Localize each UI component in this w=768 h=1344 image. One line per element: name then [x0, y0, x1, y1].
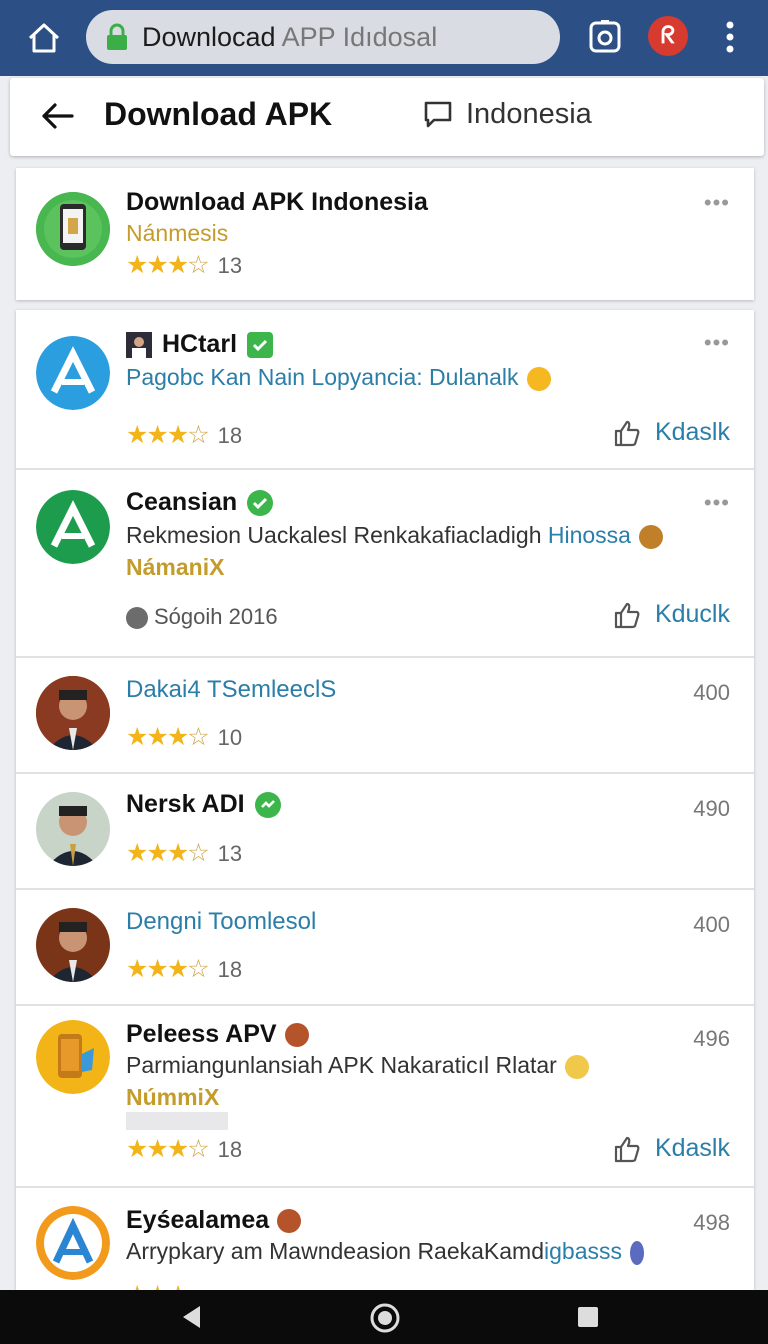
app-name-row: Nersk ADI [126, 790, 281, 819]
app-name: Download APK Indonesia [126, 188, 428, 216]
app-name: Peleess APV [126, 1020, 277, 1048]
thumbs-up-icon [614, 421, 640, 447]
release-meta: Sógoih 2016 [126, 604, 278, 630]
star-rating: ★★★☆ 13 [126, 839, 243, 867]
download-count: 498 [693, 1210, 730, 1235]
app-name: HCtarl [162, 330, 238, 358]
app-name-row: HCtarl [126, 330, 274, 359]
like-button[interactable]: Kduclk [613, 600, 730, 629]
app-description: Arrypkary am Mawndeasion RaekaKamdigbass… [126, 1238, 644, 1265]
app-description: Pagobc Kan Nain Lopyancia: Dulanalk [126, 364, 551, 391]
app-icon [36, 192, 110, 266]
region-label[interactable]: Indonesia [466, 98, 592, 131]
thumbs-up-icon [614, 603, 640, 629]
star-rating: ★★★☆ 13 [126, 251, 243, 279]
app-icon [36, 336, 110, 410]
list-item[interactable]: Nersk ADI ★★★☆ 13 490 [16, 774, 754, 890]
list-item[interactable]: Peleess APV Parmiangunlansiah APK Nakara… [16, 1006, 754, 1188]
app-icon [36, 1206, 110, 1280]
app-name: Ceansian [126, 488, 238, 516]
emoji-icon [284, 1023, 309, 1048]
list-item[interactable]: Dakai4 TSemleeclS ★★★☆ 10 400 [16, 658, 754, 774]
emoji-icon [638, 524, 663, 549]
more-options-icon[interactable]: ••• [704, 490, 730, 516]
back-arrow-icon[interactable] [38, 96, 78, 136]
star-rating: ★★★☆ 18 [126, 955, 243, 983]
more-options-icon[interactable]: ••• [704, 190, 730, 216]
emoji-icon [630, 1240, 644, 1265]
app-name-row: Eyśealamea [126, 1206, 302, 1235]
avatar [36, 676, 110, 750]
app-name: Eyśealamea [126, 1206, 270, 1234]
verified-badge-icon [254, 792, 281, 819]
page-title: Download APK [104, 96, 333, 132]
tabs-icon[interactable] [584, 16, 626, 58]
chat-bubble-icon[interactable] [422, 98, 454, 130]
star-rating: ★★★ [126, 1280, 189, 1290]
list-item[interactable]: HCtarl Pagobc Kan Nain Lopyancia: Dulana… [16, 310, 754, 470]
download-count: 496 [693, 1026, 730, 1051]
thumbs-up-icon [614, 1137, 640, 1163]
download-count: 400 [693, 680, 730, 705]
avatar [126, 607, 148, 630]
app-description: Rekmesion Uackalesl Renkakafiacladigh Hi… [126, 522, 663, 549]
like-button[interactable]: Kdaslk [613, 418, 730, 447]
thumbnail-strip [126, 1112, 228, 1130]
star-rating: ★★★☆ 18 [126, 421, 243, 449]
more-options-icon[interactable]: ••• [704, 330, 730, 356]
list-item[interactable]: Eyśealamea Arrypkary am Mawndeasion Raek… [16, 1188, 754, 1290]
avatar [36, 792, 110, 866]
developer-name: NámaniX [126, 554, 225, 580]
app-icon [36, 1020, 110, 1094]
like-button[interactable]: Kdaslk [613, 1134, 730, 1163]
account-badge-icon[interactable]: ᖇ [648, 16, 688, 56]
developer-name: NúmmiX [126, 1084, 220, 1110]
emoji-icon [277, 1209, 302, 1234]
app-description: Parmiangunlansiah APK Nakaraticıl Rlatar [126, 1052, 589, 1079]
menu-dots-icon[interactable] [712, 16, 754, 58]
list-item[interactable]: Dengni Toomlesol ★★★☆ 18 400 [16, 890, 754, 1006]
app-name: Dakai4 TSemleeclS [126, 676, 337, 703]
avatar [36, 908, 110, 982]
nav-back-icon[interactable] [178, 1303, 206, 1331]
featured-app-card[interactable]: Download APK Indonesia Nánmesis ★★★☆ 13 •… [16, 168, 754, 300]
site-lock-icon [107, 23, 127, 50]
verified-badge-icon [247, 332, 274, 359]
nav-recents-icon[interactable] [574, 1303, 602, 1331]
browser-toolbar: Downlocad APP Idıdosal ᖇ [0, 0, 768, 76]
address-bar[interactable]: Downlocad APP Idıdosal [86, 10, 560, 64]
star-rating: ★★★☆ 10 [126, 723, 243, 751]
list-item[interactable]: Ceansian Rekmesion Uackalesl Renkakafiac… [16, 470, 754, 658]
app-header: Download APK Indonesia [10, 78, 764, 156]
home-icon[interactable] [24, 18, 64, 58]
app-name: Nersk ADI [126, 790, 245, 818]
verified-badge-icon [247, 490, 274, 517]
avatar-thumbnail-icon [126, 332, 152, 359]
download-count: 490 [693, 796, 730, 821]
download-count: 400 [693, 912, 730, 937]
app-name-row: Ceansian [126, 488, 274, 517]
address-url: Downlocad APP Idıdosal [142, 22, 438, 52]
emoji-icon [564, 1054, 589, 1079]
emoji-icon [526, 366, 551, 391]
nav-home-icon[interactable] [370, 1303, 400, 1333]
app-icon [36, 490, 110, 564]
developer-name: Nánmesis [126, 220, 229, 246]
app-name-row: Peleess APV [126, 1020, 309, 1049]
star-rating: ★★★☆ 18 [126, 1135, 243, 1163]
app-name: Dengni Toomlesol [126, 908, 317, 935]
system-navigation-bar [0, 1290, 768, 1344]
